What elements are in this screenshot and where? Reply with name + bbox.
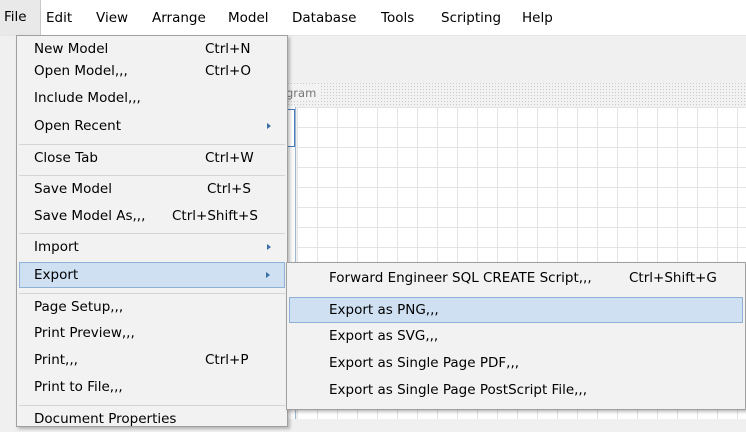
menu-edit[interactable]: Edit [46,9,72,27]
menu-item-shortcut: Ctrl+W [205,150,254,166]
menu-item-label: Page Setup,,, [34,299,124,315]
menu-item-label: Close Tab [34,150,98,166]
menu-item-shortcut: Ctrl+P [205,352,249,368]
menu-item-open-recent[interactable]: Open Recent [19,113,285,139]
menu-item-label: Document Properties [34,411,177,427]
menu-item-print-to-file[interactable]: Print to File,,, [19,374,285,400]
menu-item-label: Export as SVG,,, [329,328,439,344]
menu-item-export-postscript[interactable]: Export as Single Page PostScript File,,, [289,377,743,403]
menu-item-save-model[interactable]: Save Model Ctrl+S [19,176,285,202]
diagram-tab-label: gram [286,86,321,100]
menu-item-print-preview[interactable]: Print Preview,,, [19,320,285,346]
menu-model[interactable]: Model [228,9,269,27]
menu-arrange[interactable]: Arrange [152,9,206,27]
menu-item-save-model-as[interactable]: Save Model As,,, Ctrl+Shift+S [19,203,285,229]
submenu-arrow-icon [267,123,271,129]
submenu-arrow-icon [266,272,270,278]
menu-help[interactable]: Help [522,9,553,27]
menu-item-open-model[interactable]: Open Model,,, Ctrl+O [19,58,285,84]
menu-item-close-tab[interactable]: Close Tab Ctrl+W [19,145,285,171]
menu-item-label: Print,,, [34,352,78,368]
menu-item-label: Export as Single Page PostScript File,,, [329,382,588,398]
menu-item-export-pdf[interactable]: Export as Single Page PDF,,, [289,350,743,376]
menu-item-export-png[interactable]: Export as PNG,,, [289,297,743,323]
diagram-selection-marker [287,109,295,147]
menu-item-label: Save Model [34,181,112,197]
menu-item-shortcut: Ctrl+S [207,181,251,197]
menu-item-label: Open Recent [34,118,122,134]
menu-bar: File Edit View Arrange Model Database To… [0,0,746,36]
menu-item-shortcut: Ctrl+Shift+G [629,270,717,286]
diagram-tab-header[interactable] [284,82,746,106]
menu-tools[interactable]: Tools [381,9,414,27]
menu-item-import[interactable]: Import [19,234,285,260]
menu-item-shortcut: Ctrl+Shift+S [172,208,258,224]
menu-item-forward-engineer-sql[interactable]: Forward Engineer SQL CREATE Script,,, Ct… [289,265,743,291]
menu-item-export[interactable]: Export [19,262,285,288]
menu-item-label: Export as Single Page PDF,,, [329,355,520,371]
menu-item-label: Export as PNG,,, [329,302,439,318]
menu-item-label: Open Model,,, [34,63,128,79]
menu-item-label: Export [34,267,79,283]
menu-item-label: Print Preview,,, [34,325,135,341]
menu-item-shortcut: Ctrl+O [205,63,251,79]
export-submenu: Forward Engineer SQL CREATE Script,,, Ct… [286,262,746,410]
menu-item-label: Print to File,,, [34,379,123,395]
menu-item-include-model[interactable]: Include Model,,, [19,85,285,111]
menu-item-label: Import [34,239,79,255]
file-menu: New Model Ctrl+N Open Model,,, Ctrl+O In… [16,35,288,427]
menu-file[interactable]: File [0,0,41,35]
menu-item-export-svg[interactable]: Export as SVG,,, [289,323,743,349]
menu-item-document-properties[interactable]: Document Properties [19,406,285,432]
menu-item-print[interactable]: Print,,, Ctrl+P [19,347,285,373]
menu-item-page-setup[interactable]: Page Setup,,, [19,294,285,320]
menu-item-label: Save Model As,,, [34,208,146,224]
menu-scripting[interactable]: Scripting [441,9,501,27]
menu-view[interactable]: View [96,9,128,27]
menu-item-label: Forward Engineer SQL CREATE Script,,, [329,270,592,286]
menu-item-label: Include Model,,, [34,90,141,106]
menu-database[interactable]: Database [292,9,356,27]
submenu-arrow-icon [267,244,271,250]
